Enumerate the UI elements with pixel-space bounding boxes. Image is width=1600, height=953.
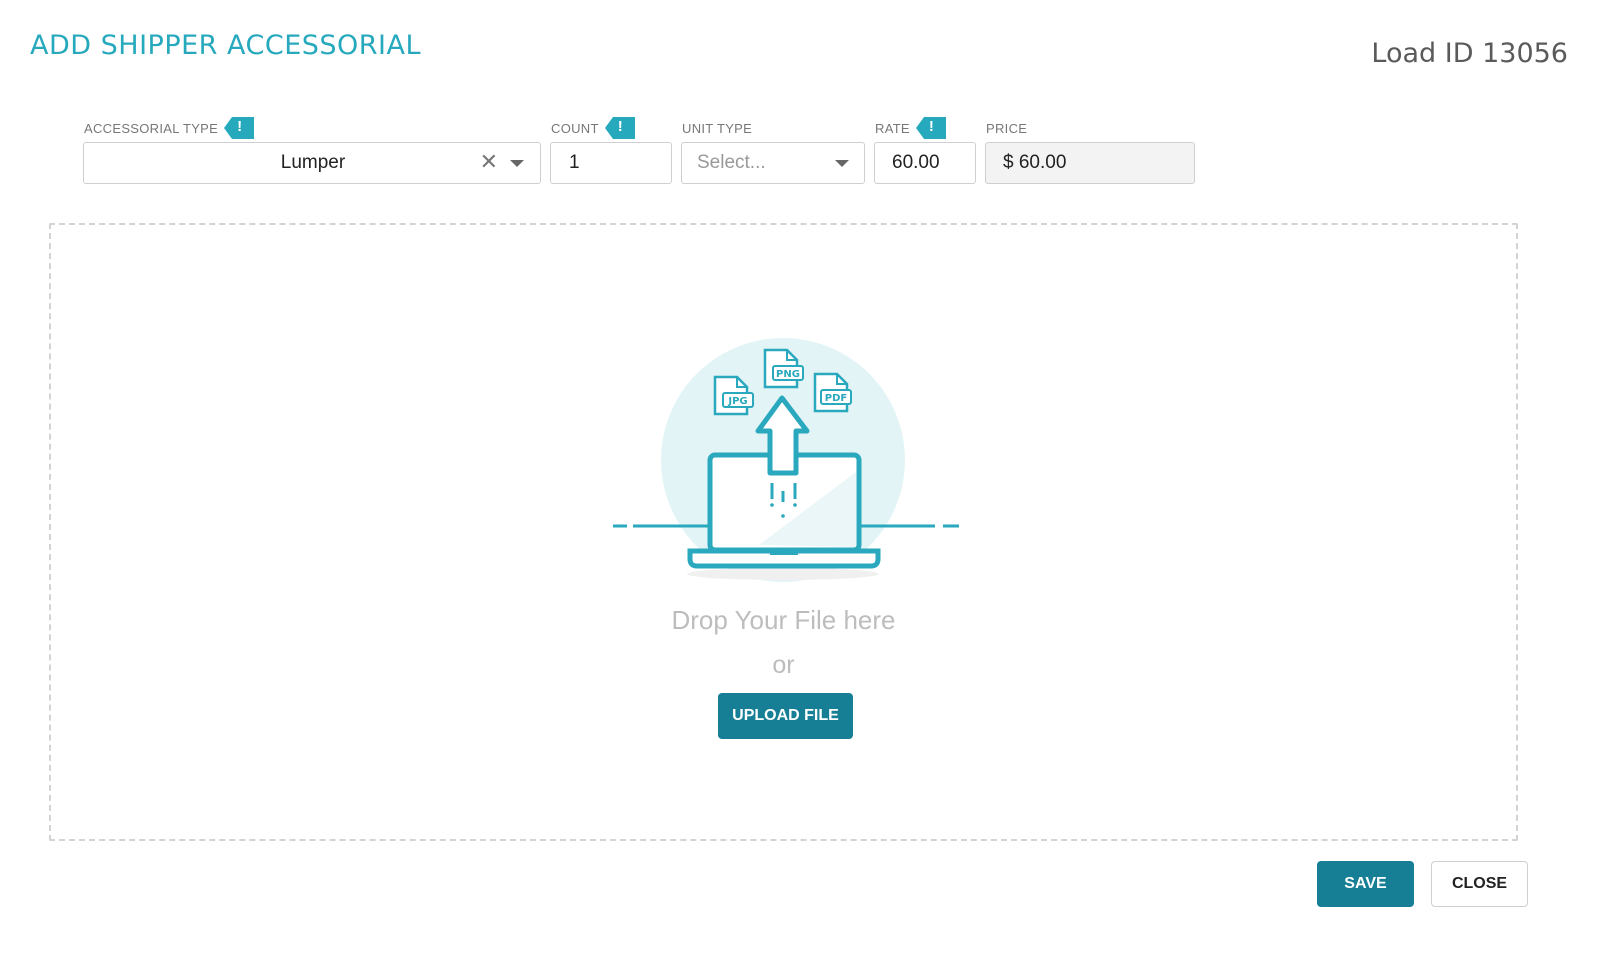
required-icon: !	[604, 117, 635, 139]
chevron-down-icon[interactable]	[510, 160, 524, 167]
accessorial-type-label: ACCESSORIAL TYPE	[84, 120, 219, 136]
rate-value: 60.00	[892, 152, 940, 173]
upload-illustration: JPG PNG PDF	[613, 338, 959, 582]
upload-file-button[interactable]: UPLOAD FILE	[718, 693, 853, 739]
accessorial-type-select[interactable]: Lumper ✕	[83, 142, 541, 184]
close-button[interactable]: CLOSE	[1431, 861, 1528, 907]
price-field: PRICE	[986, 118, 1027, 138]
accessorial-type-field: ACCESSORIAL TYPE !	[84, 117, 255, 139]
price-label: PRICE	[986, 120, 1028, 136]
page-title: ADD SHIPPER ACCESSORIAL	[30, 30, 422, 61]
rate-input[interactable]: 60.00	[874, 142, 976, 184]
or-text: or	[772, 651, 795, 679]
accessorial-type-value: Lumper	[280, 152, 346, 173]
clear-icon[interactable]: ✕	[480, 149, 498, 175]
png-label: PNG	[776, 369, 800, 380]
required-icon: !	[224, 117, 255, 139]
unit-type-label: UNIT TYPE	[682, 120, 753, 136]
load-id: Load ID 13056	[1371, 38, 1568, 69]
count-field: COUNT !	[551, 117, 635, 139]
price-value: $ 60.00	[1003, 152, 1067, 173]
unit-type-select[interactable]: Select...	[681, 142, 865, 184]
price-display: $ 60.00	[985, 142, 1195, 184]
required-icon: !	[915, 117, 946, 139]
jpg-label: JPG	[727, 396, 747, 407]
rate-field: RATE !	[875, 117, 946, 139]
rate-label: RATE	[875, 120, 910, 136]
chevron-down-icon[interactable]	[835, 160, 849, 167]
count-value: 1	[569, 152, 580, 173]
unit-type-placeholder: Select...	[697, 152, 766, 173]
file-dropzone[interactable]: JPG PNG PDF Drop Your File here or UPLOA…	[49, 223, 1518, 841]
unit-type-field: UNIT TYPE	[682, 118, 752, 138]
pdf-label: PDF	[825, 393, 847, 404]
count-input[interactable]: 1	[550, 142, 672, 184]
drop-instruction: Drop Your File here	[671, 605, 896, 635]
count-label: COUNT	[551, 120, 599, 136]
save-button[interactable]: SAVE	[1317, 861, 1414, 907]
